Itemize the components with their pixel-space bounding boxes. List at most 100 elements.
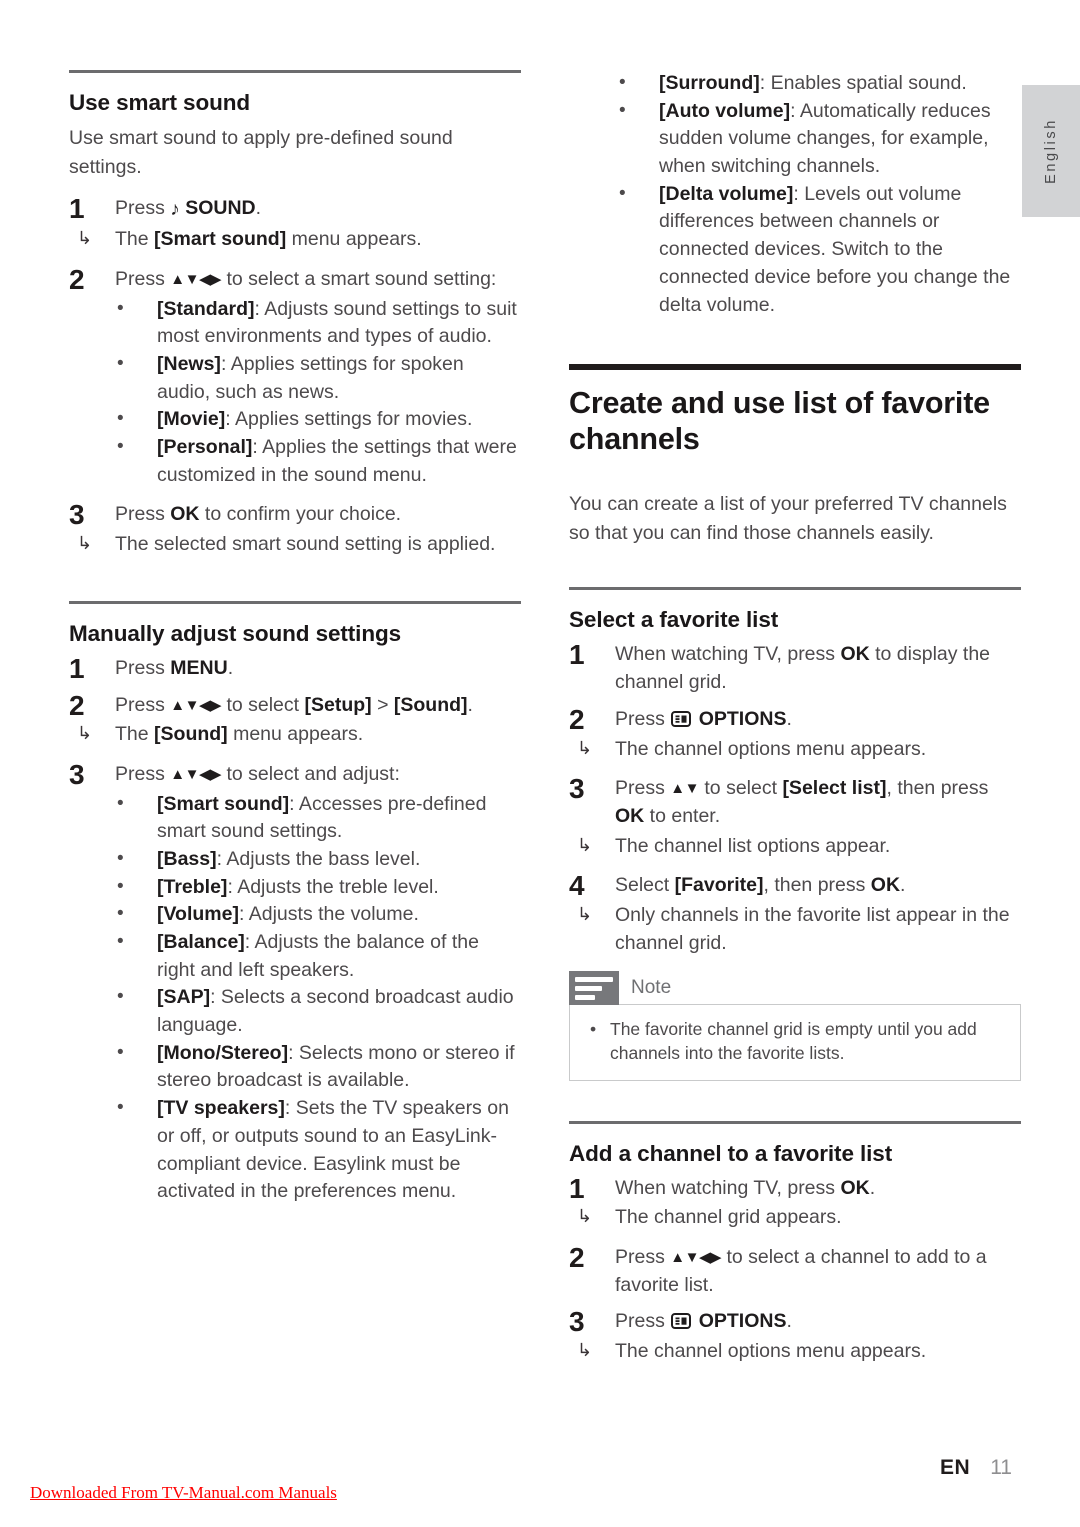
result-text: Only channels in the favorite list appea… — [615, 903, 1010, 954]
spacer — [569, 1232, 1021, 1244]
main-section-rule — [569, 364, 1021, 371]
spacer — [569, 763, 1021, 775]
bullet-term: [Auto volume] — [659, 99, 791, 122]
step-result: ↳ The selected smart sound setting is ap… — [69, 531, 521, 559]
step-number: 2 — [69, 689, 85, 721]
step-text-pre: Press — [115, 656, 171, 679]
step-item: 1 When watching TV, press OK to display … — [569, 639, 1021, 696]
bullet-dot-icon: • — [117, 847, 124, 869]
bullet-dot-icon: • — [117, 986, 124, 1008]
step-text: Press ▲▼◀▶ to select [Setup] > [Sound]. — [115, 694, 473, 716]
step-number: 3 — [569, 773, 585, 805]
result-arrow-icon: ↳ — [577, 834, 593, 855]
step-result: ↳ The [Smart sound] menu appears. — [69, 226, 521, 254]
continued-bullet-list: • [Surround]: Enables spatial sound. • [Au… — [569, 70, 1021, 319]
bullet-item: • [Balance]: Adjusts the balance of the r… — [69, 929, 521, 984]
step-text-pre: Press — [115, 503, 171, 526]
heading-create-favorite-channels: Create and use list of favorite channels — [569, 386, 990, 457]
bullet-dot-icon: • — [117, 792, 124, 814]
step-text-pre: Press — [615, 1310, 671, 1333]
step-item: 2 Press ▲▼◀▶ to select a channel to add … — [569, 1242, 1021, 1299]
navigation-arrows-icon: ▲▼◀▶ — [170, 270, 222, 288]
bullet-item: • [Surround]: Enables spatial sound. — [569, 70, 1021, 98]
bullet-dot-icon: • — [590, 1019, 597, 1040]
music-note-icon: ♪ — [170, 199, 180, 221]
result-arrow-icon: ↳ — [77, 533, 93, 554]
step-text-post: . — [900, 874, 906, 897]
step-text-pre: Press — [115, 267, 171, 290]
step-item: 3 Press ▲▼ to select [Select list], then… — [569, 773, 1021, 830]
bullet-dot-icon: • — [117, 903, 124, 925]
section-rule — [569, 1120, 1021, 1124]
result-text: The selected smart sound setting is appl… — [115, 533, 496, 556]
bullet-term: [Surround] — [659, 72, 760, 94]
step-number: 3 — [69, 758, 85, 790]
step-text-pre: Press — [615, 1246, 671, 1268]
step-item: 3 Press OPTIONS. — [569, 1306, 1021, 1337]
result-arrow-icon: ↳ — [577, 737, 593, 758]
language-tab-label: English — [1043, 118, 1059, 184]
bullet-item: • [TV speakers]: Sets the TV speakers on … — [69, 1095, 521, 1206]
result-text: The channel options menu appears. — [615, 1340, 927, 1363]
result-bold: [Smart sound] — [154, 228, 287, 251]
step-number: 1 — [69, 652, 85, 684]
heading-select-favorite-list: Select a favorite list — [569, 607, 779, 633]
step-text: Press ▲▼ to select [Select list], then p… — [615, 777, 988, 827]
bullet-term: [TV speakers] — [157, 1097, 285, 1120]
step-result: ↳ The channel list options appear. — [569, 833, 1021, 861]
intro-use-smart-sound: Use smart sound to apply pre-defined sou… — [69, 127, 453, 178]
bullet-term: [Treble] — [157, 875, 228, 898]
bullet-dot-icon: • — [117, 931, 124, 953]
step-item: 2 Press ▲▼◀▶ to select [Setup] > [Sound]… — [69, 690, 521, 721]
bullet-term: [Bass] — [157, 847, 217, 870]
result-arrow-icon: ↳ — [577, 1340, 593, 1361]
step-text-post: . — [869, 1176, 876, 1199]
step-text-post: . — [255, 197, 262, 220]
step-text: Press OPTIONS. — [615, 1310, 792, 1332]
step-text-post: to enter. — [644, 804, 721, 827]
steps-use-smart-sound: 1 Press ♪ SOUND. ↳ The [Smart sound] men… — [69, 193, 521, 559]
step-text-pre: When watching TV, press — [615, 643, 841, 666]
step-key-label: MENU — [170, 656, 228, 679]
result-arrow-icon: ↳ — [577, 1206, 593, 1227]
step-text-mid: to select — [698, 777, 783, 800]
step-result: ↳ The channel grid appears. — [569, 1204, 1021, 1232]
bullet-term: [SAP] — [157, 986, 211, 1009]
note-icon-bar — [575, 994, 595, 1000]
bullet-term: [News] — [157, 353, 221, 376]
step-text-pre: When watching TV, press — [615, 1176, 841, 1199]
bullet-term: [Movie] — [157, 408, 226, 431]
step-text-post: to select a smart sound setting: — [221, 267, 497, 290]
bullet-item: • [Personal]: Applies the settings that w… — [69, 434, 521, 489]
step-result: ↳ Only channels in the favorite list app… — [569, 902, 1021, 957]
steps-add-channel: 1 When watching TV, press OK. ↳ The chan… — [569, 1173, 1021, 1366]
bullet-desc: : Adjusts the volume. — [238, 903, 419, 926]
bullet-item: • [Smart sound]: Accesses pre-defined sma… — [69, 791, 521, 846]
bullet-item: • [Volume]: Adjusts the volume. — [69, 901, 521, 929]
options-icon — [671, 710, 692, 727]
spacer — [69, 685, 521, 692]
step-text-mid2: > — [371, 693, 394, 716]
step-text: Press MENU. — [115, 657, 233, 679]
step-number: 2 — [569, 703, 585, 735]
step-text-post: . — [467, 693, 473, 716]
intro-favorite-channels: You can create a list of your preferred … — [569, 493, 1007, 544]
result-post: menu appears. — [286, 228, 422, 251]
note-body: • The favorite channel grid is empty unt… — [569, 1004, 1021, 1081]
bullet-desc: : Adjusts the bass level. — [216, 847, 421, 870]
step-item: 2 Press ▲▼◀▶ to select a smart sound set… — [69, 264, 521, 295]
bullet-dot-icon: • — [117, 297, 124, 319]
step-text-pre: Press — [115, 197, 171, 220]
bullet-item: • [Movie]: Applies settings for movies. — [69, 406, 521, 434]
download-watermark[interactable]: Downloaded From TV-Manual.com Manuals — [30, 1483, 337, 1503]
step-text-pre: Press — [115, 762, 171, 785]
result-bold: [Sound] — [154, 723, 228, 746]
navigation-arrows-icon: ▲▼◀▶ — [170, 696, 222, 714]
spacer — [69, 489, 521, 501]
step-text-mid: to select — [221, 693, 305, 716]
step-item: 3 Press OK to confirm your choice. — [69, 499, 521, 530]
bullet-item: • [Treble]: Adjusts the treble level. — [69, 874, 521, 902]
step-number: 3 — [69, 499, 85, 531]
